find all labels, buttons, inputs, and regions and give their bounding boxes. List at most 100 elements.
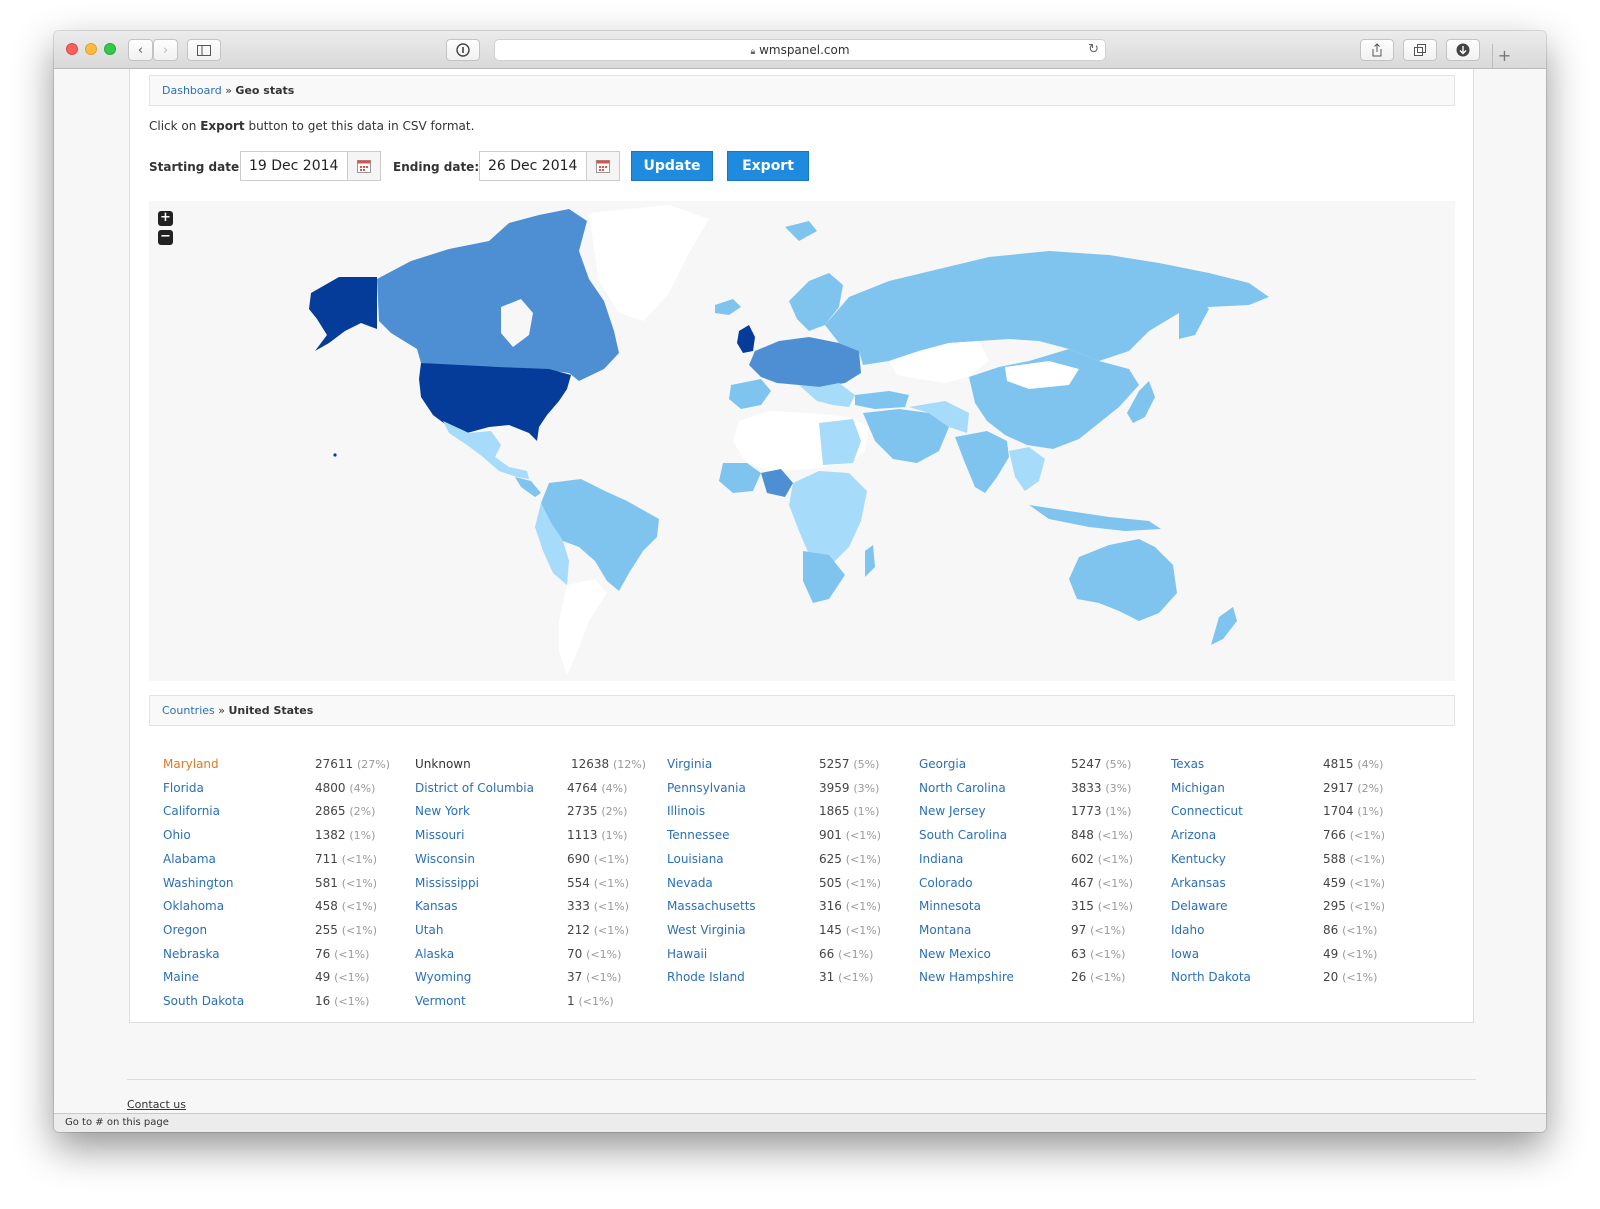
state-name-link[interactable]: North Dakota bbox=[1171, 970, 1251, 984]
state-name-link[interactable]: Minnesota bbox=[919, 899, 981, 913]
map-region-hawaii[interactable] bbox=[333, 453, 337, 457]
state-name-link[interactable]: West Virginia bbox=[667, 923, 746, 937]
state-name-link[interactable]: Georgia bbox=[919, 757, 966, 771]
state-name-link[interactable]: Delaware bbox=[1171, 899, 1228, 913]
contact-us-link[interactable]: Contact us bbox=[127, 1098, 186, 1111]
state-name-link[interactable]: Arizona bbox=[1171, 828, 1216, 842]
state-name-link[interactable]: Colorado bbox=[919, 876, 973, 890]
state-name-link[interactable]: South Dakota bbox=[163, 994, 244, 1008]
zoom-in-button[interactable]: + bbox=[158, 211, 173, 226]
state-name-link[interactable]: Florida bbox=[163, 781, 204, 795]
map-region-madagascar[interactable] bbox=[865, 545, 875, 577]
state-name-link[interactable]: Alabama bbox=[163, 852, 216, 866]
map-region-svalbard[interactable] bbox=[785, 221, 817, 241]
state-name-link[interactable]: Wyoming bbox=[415, 970, 471, 984]
end-date-field[interactable]: 26 Dec 2014 bbox=[479, 151, 620, 181]
state-name-link[interactable]: Missouri bbox=[415, 828, 464, 842]
state-name-link[interactable]: Rhode Island bbox=[667, 970, 745, 984]
map-region-iberia[interactable] bbox=[729, 379, 771, 409]
state-name-link[interactable]: Montana bbox=[919, 923, 971, 937]
map-region-southern-africa[interactable] bbox=[803, 551, 845, 603]
map-region-united-states[interactable] bbox=[419, 363, 571, 441]
new-tab-button[interactable]: + bbox=[1492, 44, 1516, 69]
state-name-link[interactable]: North Carolina bbox=[919, 781, 1006, 795]
state-name-link[interactable]: Michigan bbox=[1171, 781, 1225, 795]
update-button[interactable]: Update bbox=[631, 151, 713, 181]
close-window-button[interactable] bbox=[66, 43, 78, 55]
end-date-picker-button[interactable] bbox=[586, 152, 619, 180]
share-button[interactable] bbox=[1360, 39, 1394, 61]
state-name-link[interactable]: Massachusetts bbox=[667, 899, 756, 913]
state-name-link[interactable]: Kansas bbox=[415, 899, 457, 913]
state-name-link[interactable]: Idaho bbox=[1171, 923, 1204, 937]
state-name-link[interactable]: Hawaii bbox=[667, 947, 707, 961]
start-date-field[interactable]: 19 Dec 2014 bbox=[240, 151, 381, 181]
state-name-link[interactable]: New York bbox=[415, 804, 470, 818]
export-button[interactable]: Export bbox=[727, 151, 809, 181]
downloads-button[interactable] bbox=[1446, 39, 1480, 61]
zoom-window-button[interactable] bbox=[104, 43, 116, 55]
map-region-southern-cone[interactable] bbox=[559, 579, 607, 675]
breadcrumb-countries-link[interactable]: Countries bbox=[162, 704, 215, 717]
reload-icon[interactable]: ↻ bbox=[1088, 42, 1099, 57]
forward-button[interactable]: › bbox=[153, 39, 178, 61]
state-name-link[interactable]: Mississippi bbox=[415, 876, 479, 890]
world-map[interactable]: + − bbox=[149, 201, 1455, 681]
reader-info-button[interactable] bbox=[446, 39, 480, 61]
zoom-out-button[interactable]: − bbox=[158, 230, 173, 245]
breadcrumb-dashboard-link[interactable]: Dashboard bbox=[162, 84, 222, 97]
minimize-window-button[interactable] bbox=[85, 43, 97, 55]
map-region-nigeria[interactable] bbox=[761, 469, 793, 497]
map-region-united-kingdom[interactable] bbox=[737, 325, 755, 353]
map-region-greenland[interactable] bbox=[589, 205, 709, 321]
map-region-central-africa[interactable] bbox=[789, 471, 867, 567]
state-name-link[interactable]: Arkansas bbox=[1171, 876, 1226, 890]
map-region-turkey[interactable] bbox=[855, 391, 909, 409]
state-name-link[interactable]: Louisiana bbox=[667, 852, 724, 866]
state-name-link[interactable]: Virginia bbox=[667, 757, 712, 771]
state-name-link[interactable]: Connecticut bbox=[1171, 804, 1243, 818]
map-region-indonesia[interactable] bbox=[1029, 505, 1161, 531]
state-name-link[interactable]: Oklahoma bbox=[163, 899, 224, 913]
tabs-overview-button[interactable] bbox=[1403, 39, 1437, 61]
back-button[interactable]: ‹ bbox=[128, 39, 153, 61]
state-name-link[interactable]: California bbox=[163, 804, 220, 818]
map-region-southeast-asia[interactable] bbox=[1009, 447, 1045, 491]
map-region-mexico[interactable] bbox=[443, 421, 529, 479]
state-name-link[interactable]: Maryland bbox=[163, 757, 219, 771]
state-name-link[interactable]: New Mexico bbox=[919, 947, 991, 961]
state-name-link[interactable]: Nevada bbox=[667, 876, 713, 890]
state-name-link[interactable]: Iowa bbox=[1171, 947, 1199, 961]
state-name-link[interactable]: Washington bbox=[163, 876, 234, 890]
state-name-link[interactable]: South Carolina bbox=[919, 828, 1007, 842]
address-bar[interactable]: 🔒︎ wmspanel.com ↻ bbox=[494, 39, 1106, 61]
state-name-link[interactable]: Oregon bbox=[163, 923, 207, 937]
state-name-link[interactable]: Nebraska bbox=[163, 947, 220, 961]
map-region-new-zealand[interactable] bbox=[1211, 607, 1237, 645]
map-region-canada[interactable] bbox=[377, 209, 619, 381]
state-name-link[interactable]: Tennessee bbox=[667, 828, 730, 842]
map-region-central-america[interactable] bbox=[515, 477, 541, 497]
state-name-link[interactable]: District of Columbia bbox=[415, 781, 534, 795]
map-region-iceland[interactable] bbox=[715, 299, 741, 315]
map-region-india[interactable] bbox=[955, 431, 1009, 493]
map-region-west-africa[interactable] bbox=[719, 463, 761, 493]
map-region-australia[interactable] bbox=[1069, 539, 1177, 621]
start-date-picker-button[interactable] bbox=[347, 152, 380, 180]
state-name-link[interactable]: Texas bbox=[1171, 757, 1204, 771]
state-name-link[interactable]: Illinois bbox=[667, 804, 705, 818]
state-name-link[interactable]: Maine bbox=[163, 970, 199, 984]
state-name-link[interactable]: Wisconsin bbox=[415, 852, 475, 866]
map-region-alaska[interactable] bbox=[309, 277, 377, 351]
state-name-link[interactable]: Pennsylvania bbox=[667, 781, 746, 795]
state-name-link[interactable]: New Hampshire bbox=[919, 970, 1014, 984]
state-name-link[interactable]: Utah bbox=[415, 923, 443, 937]
state-name-link[interactable]: Alaska bbox=[415, 947, 454, 961]
state-name-link[interactable]: New Jersey bbox=[919, 804, 986, 818]
map-region-italy-balkans[interactable] bbox=[799, 383, 855, 407]
map-region-egypt[interactable] bbox=[819, 419, 861, 465]
state-name-link[interactable]: Vermont bbox=[415, 994, 466, 1008]
state-name-link[interactable]: Kentucky bbox=[1171, 852, 1226, 866]
state-name-link[interactable]: Indiana bbox=[919, 852, 963, 866]
sidebar-button[interactable] bbox=[187, 39, 221, 61]
